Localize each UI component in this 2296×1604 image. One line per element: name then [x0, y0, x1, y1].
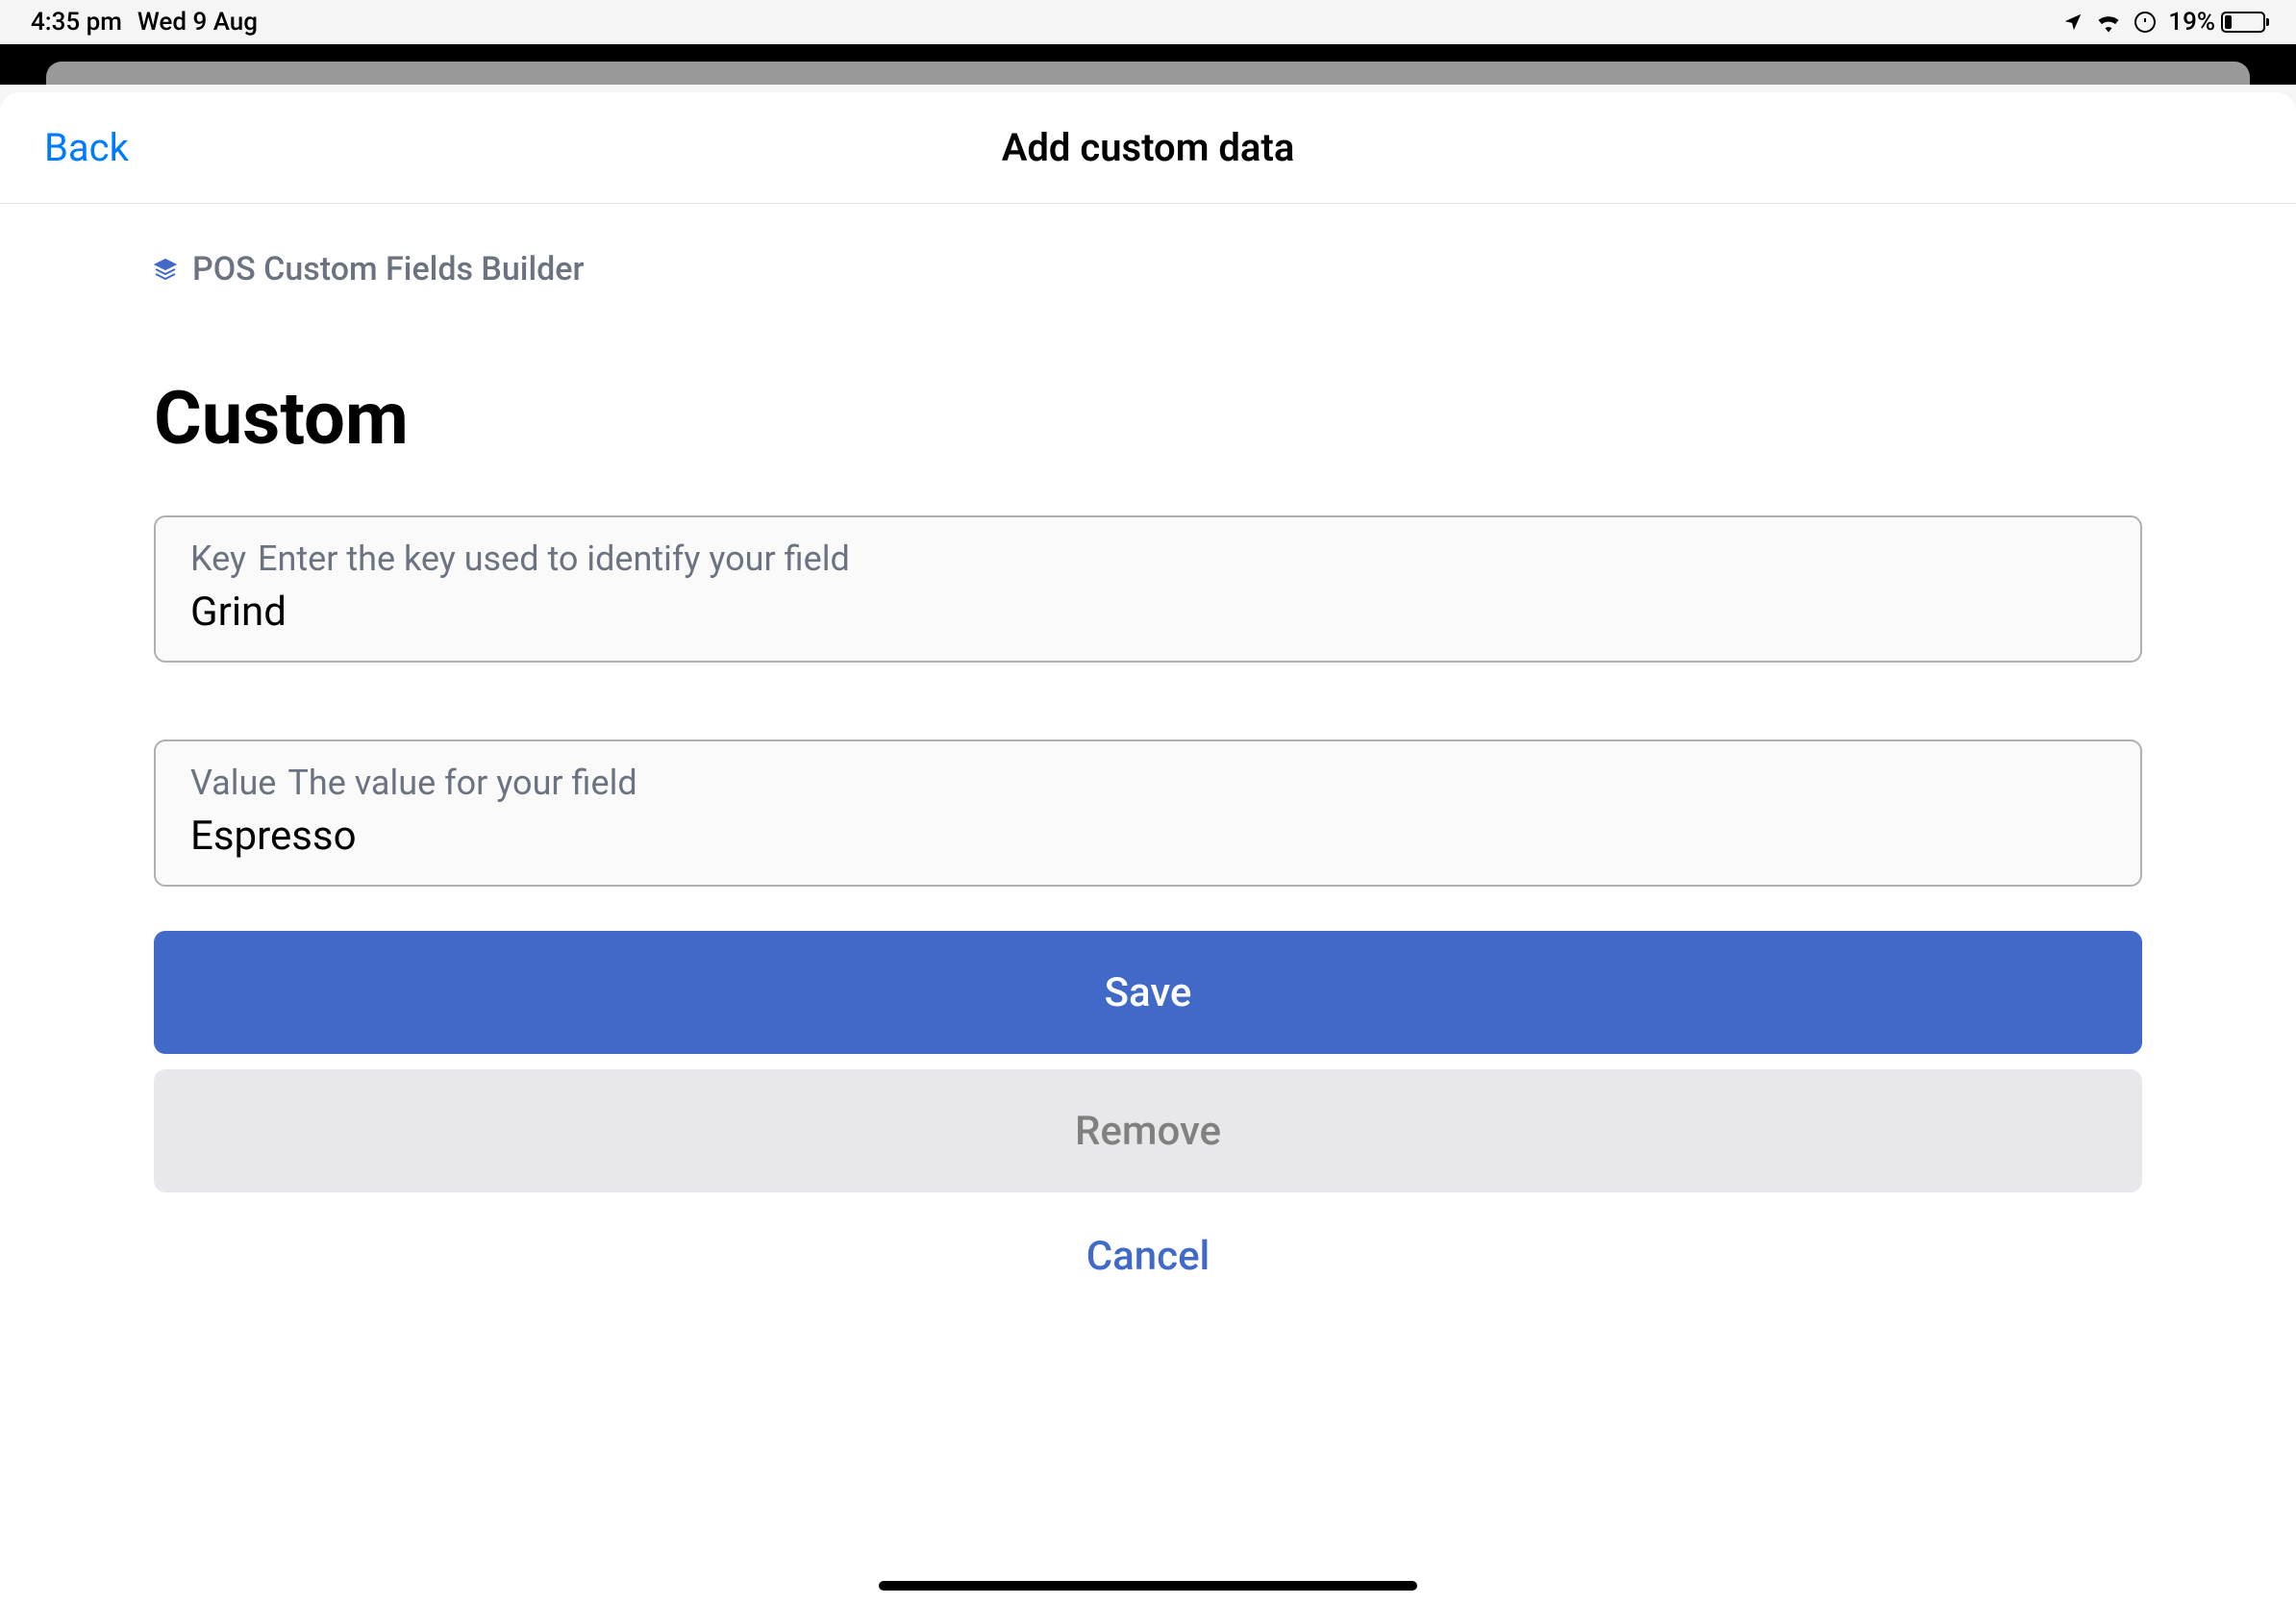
content-area: POS Custom Fields Builder Custom Key Ent… [0, 250, 2296, 1304]
app-icon [154, 258, 177, 281]
rotation-lock-icon [2134, 11, 2157, 34]
cancel-button[interactable]: Cancel [154, 1208, 2142, 1304]
back-button[interactable]: Back [44, 125, 129, 170]
background-sheet [46, 62, 2250, 85]
value-input[interactable] [190, 813, 2106, 860]
value-field-hint: The value for your field [287, 763, 636, 803]
wifi-icon [2095, 12, 2122, 33]
status-time: 4:35 pm [31, 8, 122, 37]
key-field-hint: Enter the key used to identify your fiel… [258, 539, 850, 579]
battery-percent: 19% [2168, 8, 2215, 37]
save-button[interactable]: Save [154, 931, 2142, 1054]
status-date: Wed 9 Aug [137, 8, 258, 37]
remove-button[interactable]: Remove [154, 1069, 2142, 1192]
status-left: 4:35 pm Wed 9 Aug [31, 8, 258, 37]
value-field[interactable]: Value The value for your field [154, 739, 2142, 887]
section-title: Custom [154, 375, 2142, 462]
app-name: POS Custom Fields Builder [192, 250, 585, 288]
battery-status: 19% [2168, 8, 2265, 37]
app-header: POS Custom Fields Builder [154, 250, 2142, 288]
status-right: 19% [2062, 8, 2265, 37]
home-indicator[interactable] [879, 1581, 1417, 1591]
key-input[interactable] [190, 589, 2106, 636]
location-icon [2062, 12, 2084, 33]
status-bar: 4:35 pm Wed 9 Aug 19% [0, 0, 2296, 44]
modal-sheet: Back Add custom data POS Custom Fields B… [0, 92, 2296, 1604]
nav-header: Back Add custom data [0, 92, 2296, 204]
battery-icon [2221, 12, 2265, 33]
key-field[interactable]: Key Enter the key used to identify your … [154, 515, 2142, 663]
value-field-label: Value [190, 763, 276, 803]
page-title: Add custom data [0, 125, 2296, 170]
key-field-label: Key [190, 539, 246, 579]
background-layer [0, 44, 2296, 85]
